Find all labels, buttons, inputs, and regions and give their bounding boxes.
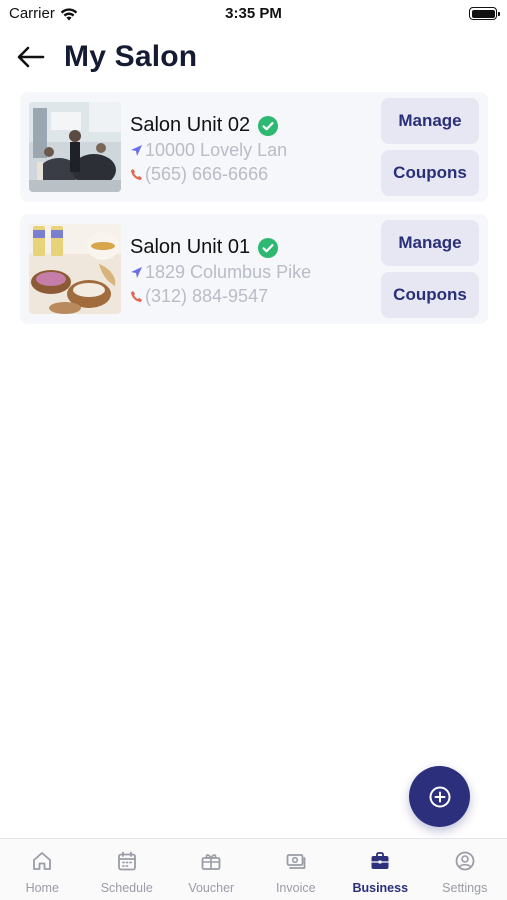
salon-name: Salon Unit 02 xyxy=(130,114,251,136)
status-time: 3:35 PM xyxy=(225,5,282,22)
tab-label: Settings xyxy=(442,881,488,895)
tab-label: Voucher xyxy=(188,881,235,895)
location-arrow-icon xyxy=(131,145,142,156)
tab-settings[interactable]: Settings xyxy=(423,839,507,900)
phone-icon xyxy=(131,291,142,302)
salon-card[interactable]: Salon Unit 02 10000 Lovely Lan (565) 666… xyxy=(20,92,488,202)
manage-button[interactable]: Manage xyxy=(381,220,479,266)
location-arrow-icon xyxy=(131,267,142,278)
salon-thumbnail xyxy=(29,224,121,314)
salon-thumbnail xyxy=(29,102,121,192)
coupons-button[interactable]: Coupons xyxy=(381,150,479,196)
tab-voucher[interactable]: Voucher xyxy=(169,839,254,900)
gift-card-icon xyxy=(201,854,221,870)
page-title: My Salon xyxy=(64,40,198,73)
status-bar: Carrier 3:35 PM xyxy=(0,0,507,30)
verified-check-icon xyxy=(258,237,279,258)
plus-circle-icon xyxy=(429,786,450,807)
tab-label: Home xyxy=(25,881,59,895)
bottom-tab-bar: Home Schedule Voucher Invoice Business S… xyxy=(0,838,507,900)
battery-icon xyxy=(469,7,500,20)
home-icon xyxy=(33,852,52,870)
salon-info: Salon Unit 01 1829 Columbus Pike (312) 8… xyxy=(130,236,370,307)
tab-label: Business xyxy=(352,881,409,895)
salon-phone: (312) 884-9547 xyxy=(145,286,269,306)
salon-address: 1829 Columbus Pike xyxy=(145,262,312,282)
salon-card[interactable]: Salon Unit 01 1829 Columbus Pike (312) 8… xyxy=(20,214,488,324)
tab-invoice[interactable]: Invoice xyxy=(254,839,339,900)
phone-icon xyxy=(131,169,142,180)
tab-label: Invoice xyxy=(275,881,316,895)
coupons-button[interactable]: Coupons xyxy=(381,272,479,318)
tab-home[interactable]: Home xyxy=(0,839,85,900)
briefcase-icon xyxy=(371,852,389,869)
salon-info: Salon Unit 02 10000 Lovely Lan (565) 666… xyxy=(130,114,370,185)
tab-business[interactable]: Business xyxy=(338,839,423,900)
salon-phone: (565) 666-6666 xyxy=(145,164,269,184)
tab-label: Schedule xyxy=(100,881,153,895)
verified-check-icon xyxy=(258,115,279,136)
manage-button[interactable]: Manage xyxy=(381,98,479,144)
salon-list: Salon Unit 02 10000 Lovely Lan (565) 666… xyxy=(20,92,488,336)
salon-address: 10000 Lovely Lan xyxy=(145,140,288,160)
user-circle-icon xyxy=(455,851,475,871)
salon-name: Salon Unit 01 xyxy=(130,236,251,258)
add-salon-button[interactable] xyxy=(409,766,470,827)
page-header: My Salon xyxy=(16,38,197,76)
money-icon xyxy=(286,854,306,869)
calendar-icon xyxy=(117,851,136,871)
back-arrow-icon[interactable] xyxy=(16,45,46,69)
tab-schedule[interactable]: Schedule xyxy=(85,839,170,900)
